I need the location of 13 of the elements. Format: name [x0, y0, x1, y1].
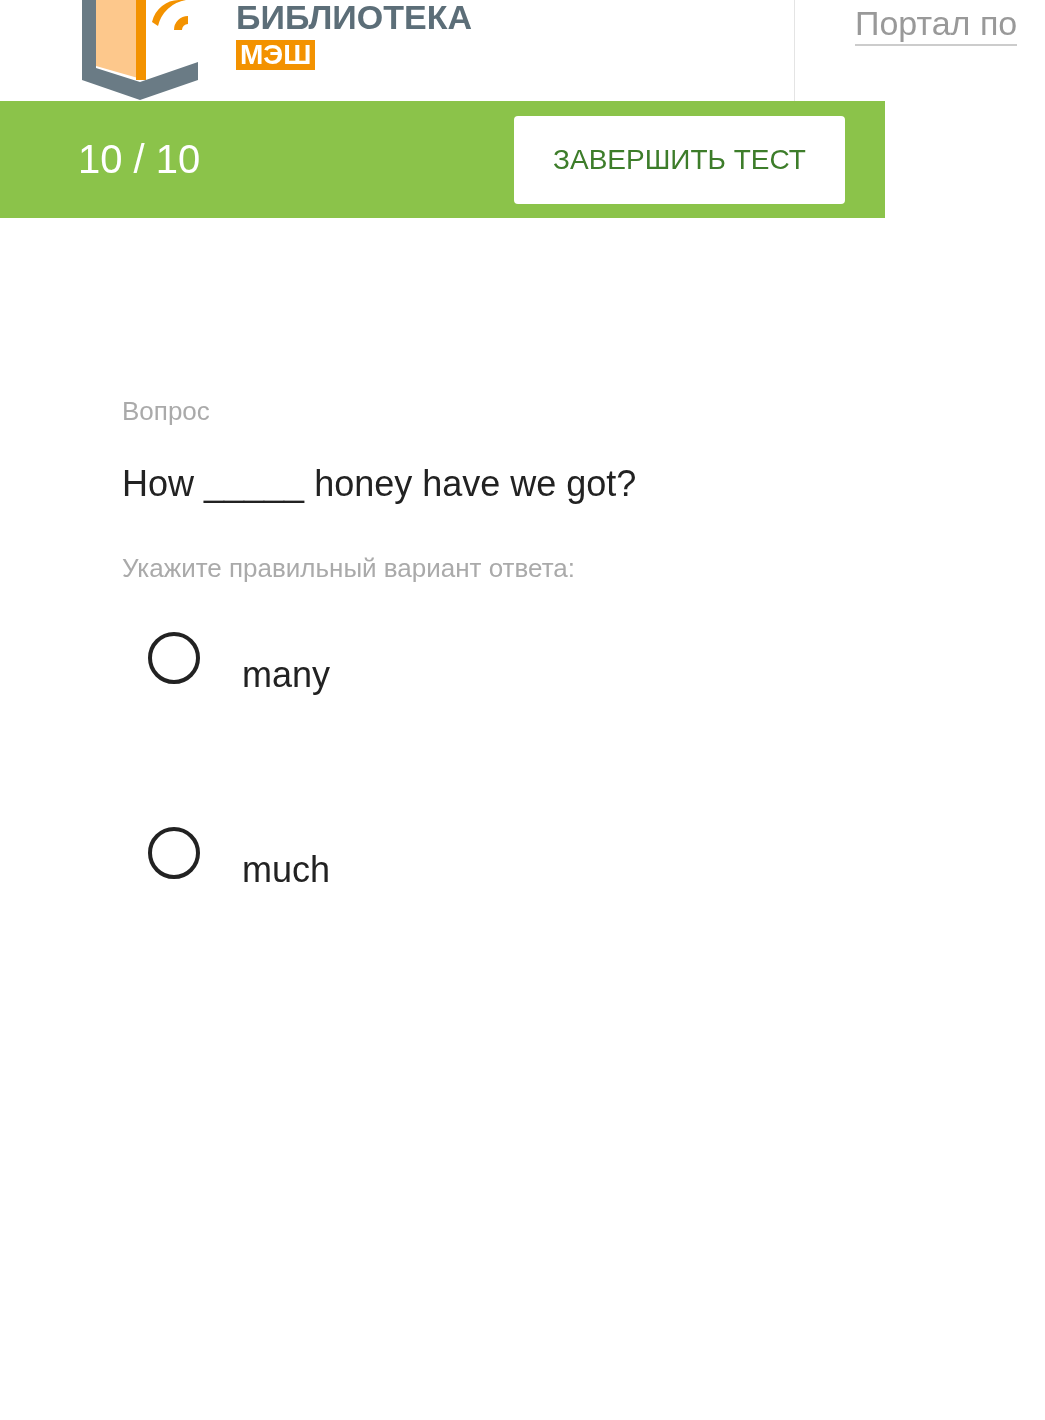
instruction-text: Укажите правильный вариант ответа: [122, 553, 576, 584]
question-text: How _____ honey have we got? [122, 463, 638, 505]
radio-button[interactable] [148, 827, 200, 879]
question-label: Вопрос [122, 396, 211, 427]
book-logo-icon [80, 0, 200, 100]
logo-title: БИБЛИОТЕКА [236, 0, 472, 34]
radio-button[interactable] [148, 632, 200, 684]
portal-link[interactable]: Портал по [855, 4, 1018, 46]
finish-test-button[interactable]: ЗАВЕРШИТЬ ТЕСТ [514, 115, 845, 204]
progress-counter: 10 / 10 [78, 137, 201, 182]
option-label: much [242, 849, 331, 891]
logo-badge: МЭШ [236, 40, 316, 70]
option-label: many [242, 654, 331, 696]
